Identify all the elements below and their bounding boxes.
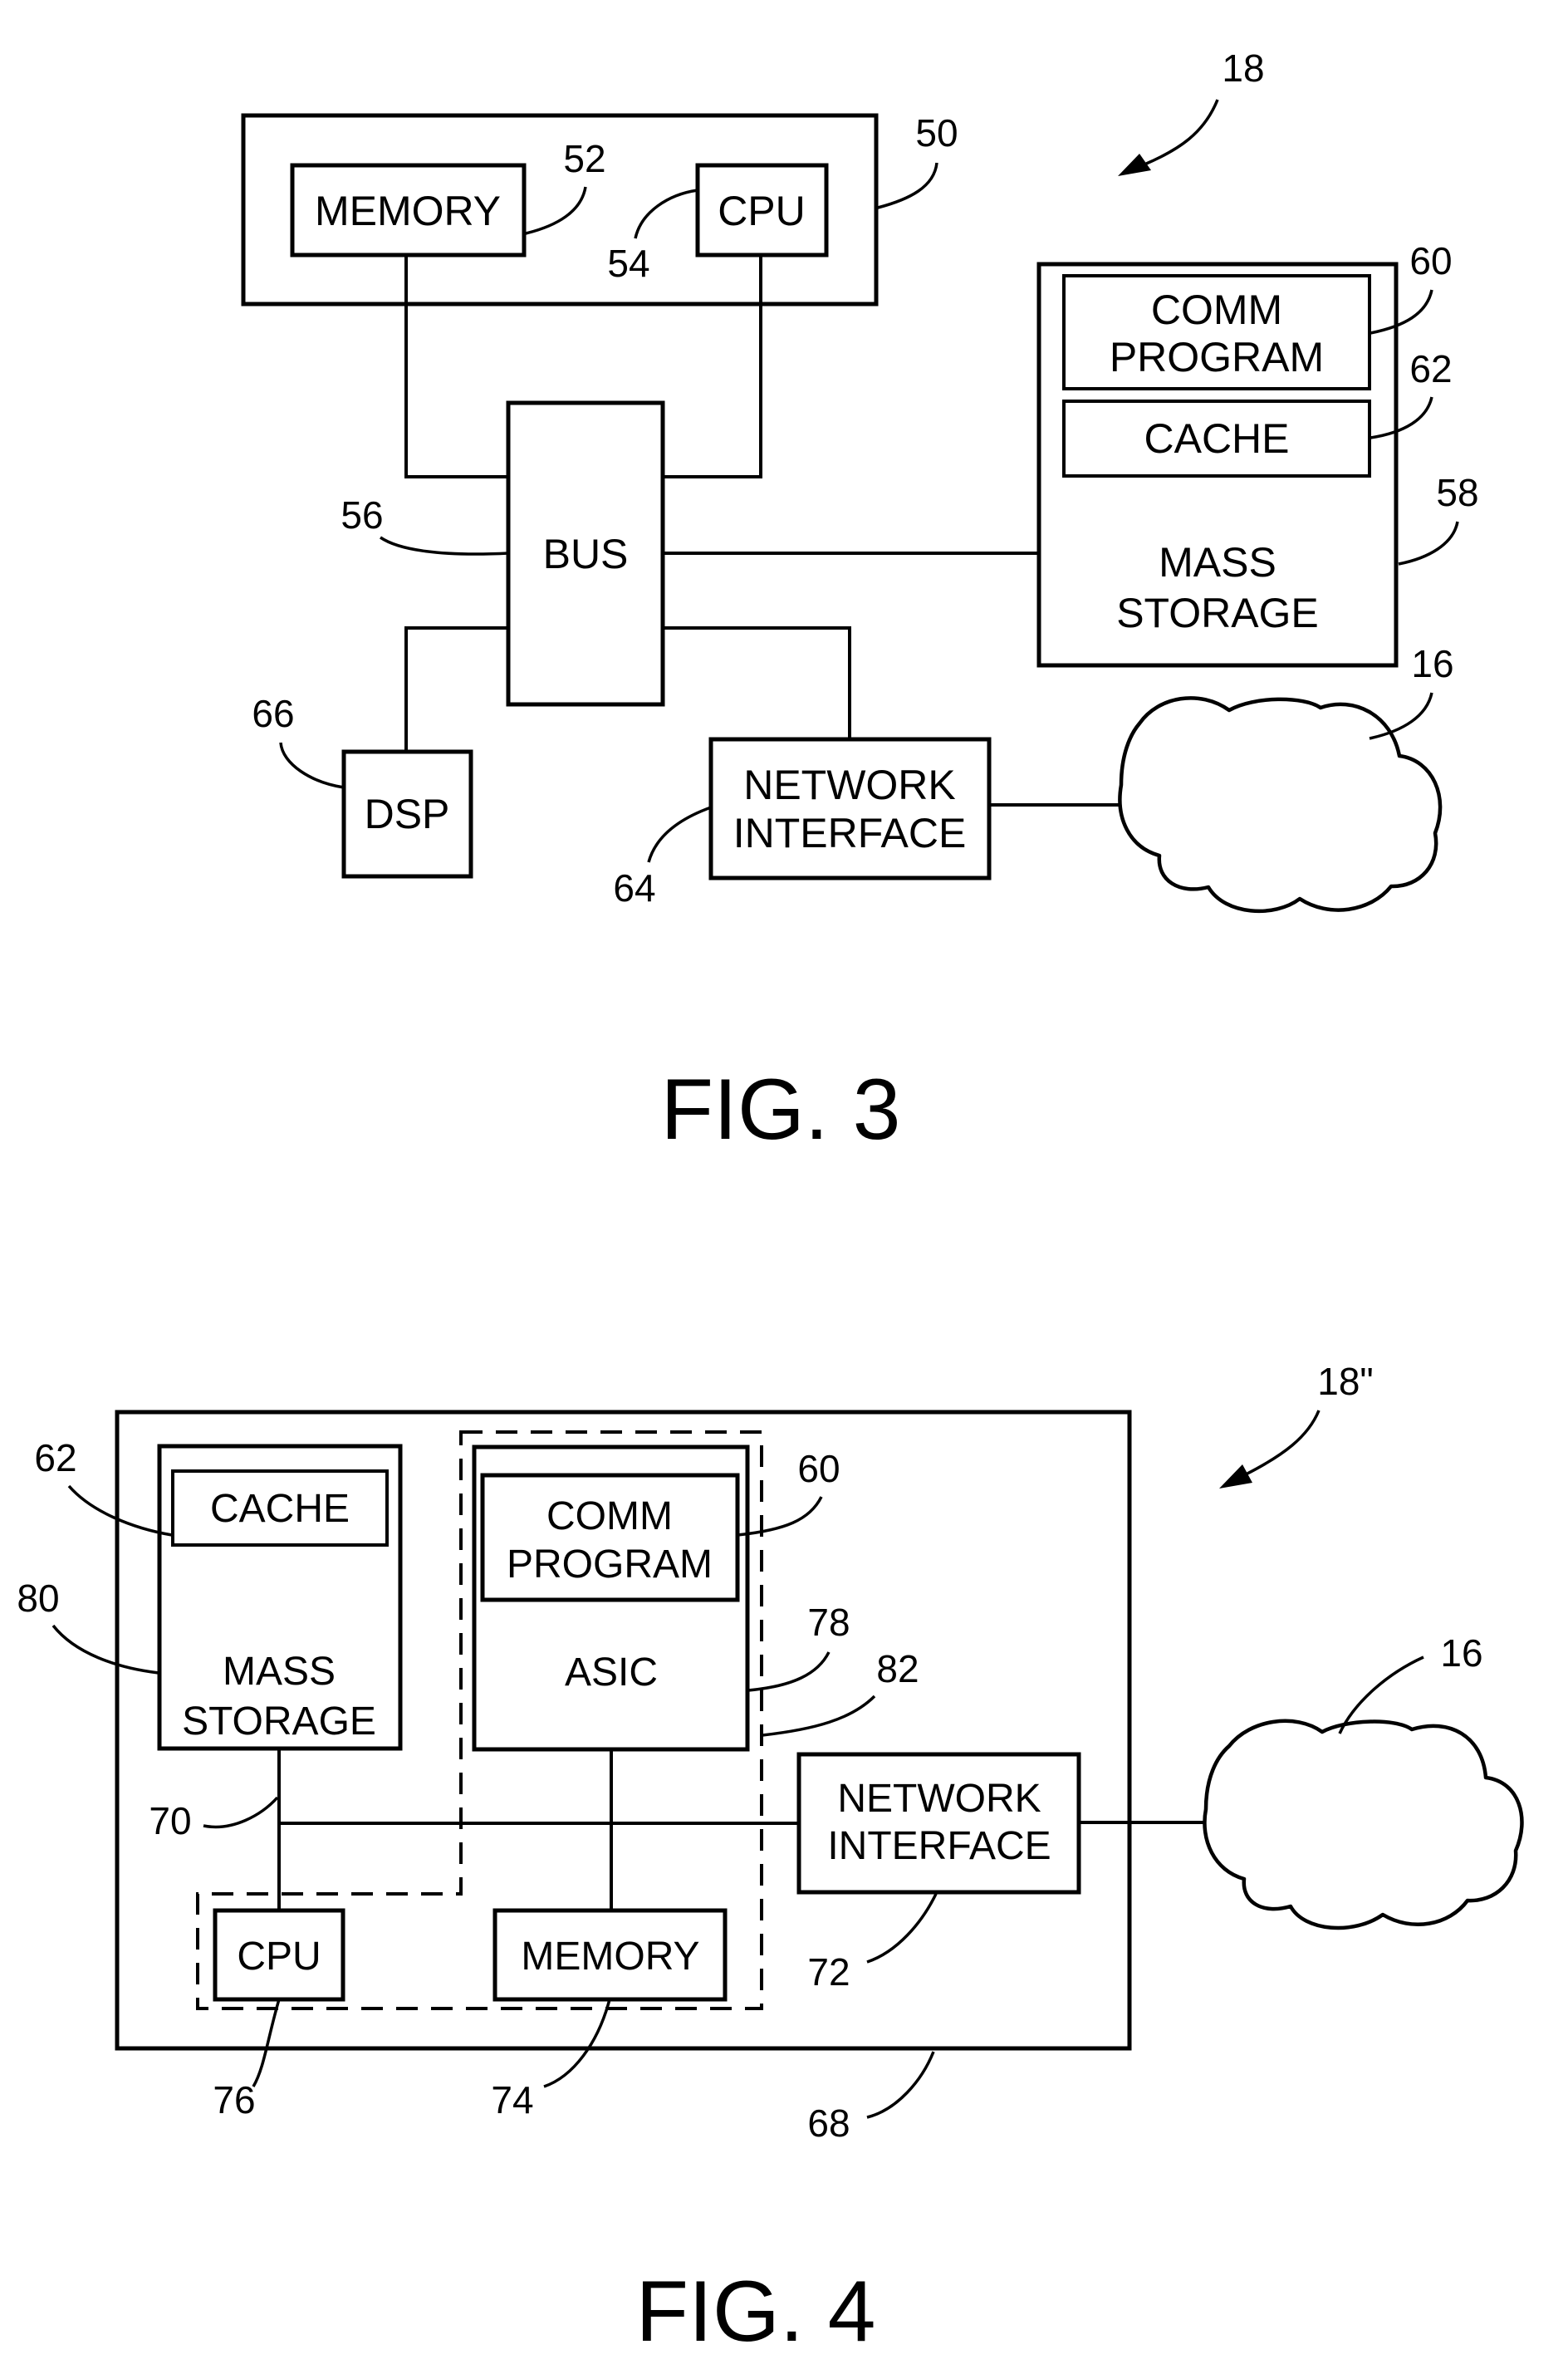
fig3-network-interface-label-line1: NETWORK — [743, 762, 956, 808]
fig4-system-ref: 18" — [1317, 1360, 1374, 1403]
fig4-asic-ref: 78 — [807, 1601, 850, 1644]
fig4-network-interface-ref: 72 — [807, 1950, 850, 1994]
fig3-dsp-label: DSP — [365, 791, 450, 837]
fig4-cache-ref: 62 — [34, 1436, 76, 1479]
fig3-mass-storage-label-line2: STORAGE — [1116, 590, 1319, 636]
fig4-mass-storage-label-line2: STORAGE — [182, 1700, 376, 1744]
fig3-comm-program-label-line1: COMM — [1151, 287, 1282, 333]
fig3-memory-label: MEMORY — [315, 188, 501, 234]
fig4-enclosure-ref: 68 — [807, 2102, 850, 2145]
fig3-cache-ref: 62 — [1409, 347, 1452, 390]
fig4-comm-program-ref: 60 — [797, 1447, 840, 1490]
fig3-host-leader — [877, 162, 938, 209]
fig4-network-ref: 16 — [1440, 1631, 1482, 1675]
fig3-bus-ref: 56 — [341, 493, 383, 537]
fig3-cpu-label: CPU — [718, 188, 806, 234]
fig3-network-interface-leader — [647, 806, 712, 863]
fig4-memory-ref: 74 — [491, 2078, 533, 2121]
fig4-comm-program-label-line2: PROGRAM — [507, 1543, 713, 1587]
fig3-system-arrow-head-icon — [1118, 154, 1151, 176]
fig3-mass-storage-leader — [1398, 521, 1459, 566]
fig4-network-cloud-icon — [1203, 1719, 1524, 1930]
fig3-dsp-leader — [279, 742, 345, 789]
patent-drawing-sheet: 18 50 MEMORY 52 CPU 54 BUS 56 MASS STORA… — [17, 47, 1524, 2360]
fig3-system-ref: 18 — [1222, 47, 1264, 90]
fig3-dsp-ref: 66 — [252, 692, 294, 735]
fig3-cpu-ref: 54 — [607, 242, 649, 285]
fig4-network-interface-label-line2: INTERFACE — [827, 1824, 1051, 1868]
fig4-caption: FIG. 4 — [636, 2264, 876, 2360]
fig4-cache-label: CACHE — [210, 1487, 350, 1531]
fig3-network-interface-label-line2: INTERFACE — [733, 810, 967, 856]
figure-3: 18 50 MEMORY 52 CPU 54 BUS 56 MASS STORA… — [241, 47, 1479, 1158]
fig3-network-interface-ref: 64 — [613, 866, 655, 910]
fig3-mass-storage-ref: 58 — [1436, 471, 1478, 514]
fig4-network-interface-box — [796, 1752, 1081, 1895]
fig3-bus-dsp-wire — [404, 626, 508, 752]
fig4-bus-ref: 70 — [149, 1799, 191, 1842]
fig4-mass-storage-ref: 80 — [17, 1577, 59, 1620]
fig3-cache-label: CACHE — [1144, 415, 1289, 462]
fig4-system-arrow-head-icon — [1219, 1464, 1252, 1489]
fig3-memory-ref: 52 — [563, 137, 605, 180]
fig4-memory-label: MEMORY — [521, 1935, 699, 1979]
fig4-network-interface-label-line1: NETWORK — [837, 1777, 1041, 1821]
fig3-bus-leader — [380, 536, 509, 556]
fig3-host-ref: 50 — [915, 111, 958, 154]
fig3-caption: FIG. 3 — [661, 1062, 901, 1158]
fig4-system-arrow-shaft — [1245, 1410, 1321, 1476]
fig4-integrated-region-ref: 82 — [876, 1647, 919, 1690]
fig3-bus-label: BUS — [543, 531, 629, 577]
fig4-cpu-label: CPU — [237, 1935, 321, 1979]
fig3-comm-program-ref: 60 — [1409, 239, 1452, 282]
fig3-bus-ni-wire — [663, 626, 851, 739]
fig4-enclosure-leader — [866, 2051, 935, 2119]
figure-4: 18" 68 82 MASS STORAGE 80 CACHE 62 ASIC … — [17, 1360, 1524, 2360]
fig3-system-arrow-shaft — [1144, 99, 1219, 166]
fig3-mass-storage-label-line1: MASS — [1159, 539, 1276, 586]
fig3-network-cloud-icon — [1118, 696, 1443, 914]
fig3-comm-program-label-line2: PROGRAM — [1110, 334, 1324, 380]
fig4-mass-storage-label-line1: MASS — [223, 1650, 336, 1694]
fig4-asic-label: ASIC — [565, 1650, 658, 1695]
fig3-network-interface-box — [708, 737, 992, 880]
fig4-cpu-ref: 76 — [213, 2078, 255, 2121]
fig4-comm-program-label-line1: COMM — [546, 1494, 673, 1538]
fig3-network-ref: 16 — [1411, 642, 1453, 685]
